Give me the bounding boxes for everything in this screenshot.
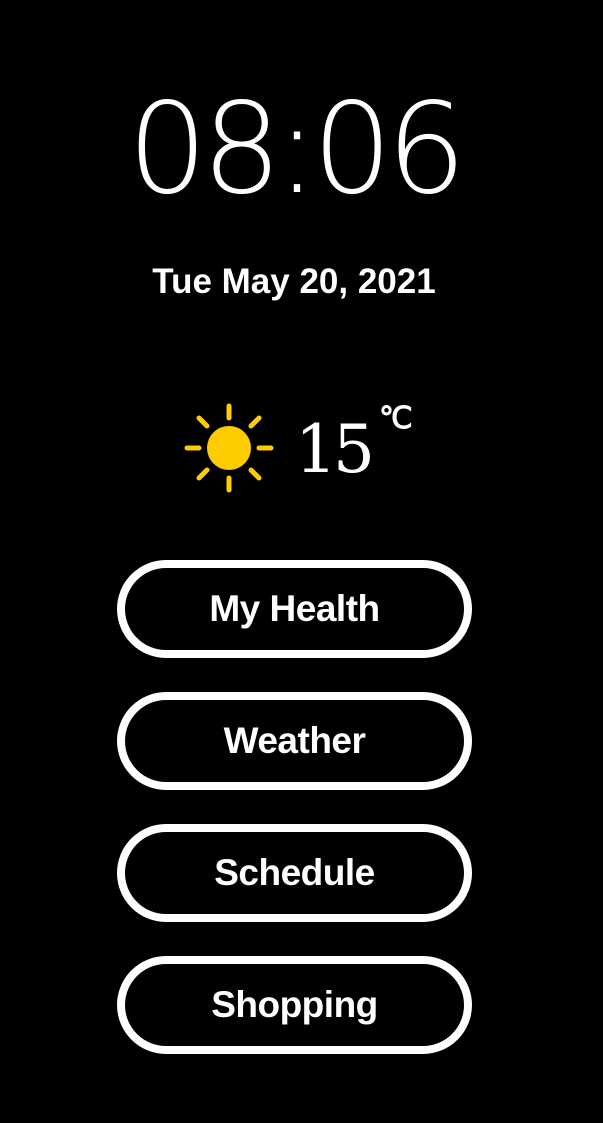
my-health-button[interactable]: My Health <box>117 560 472 658</box>
main-menu: My Health Weather Schedule Shopping <box>117 560 472 1088</box>
shopping-button[interactable]: Shopping <box>117 956 472 1054</box>
temperature-value: 15 <box>295 411 375 488</box>
temperature-unit: ℃ <box>378 401 413 435</box>
weather-summary: 15 ℃ <box>183 402 413 494</box>
date-label: Tue May 20, 2021 <box>152 262 436 301</box>
sun-icon <box>184 403 274 493</box>
clock-time: 08:06 <box>127 75 466 222</box>
weather-button[interactable]: Weather <box>117 692 472 790</box>
schedule-button[interactable]: Schedule <box>117 824 472 922</box>
